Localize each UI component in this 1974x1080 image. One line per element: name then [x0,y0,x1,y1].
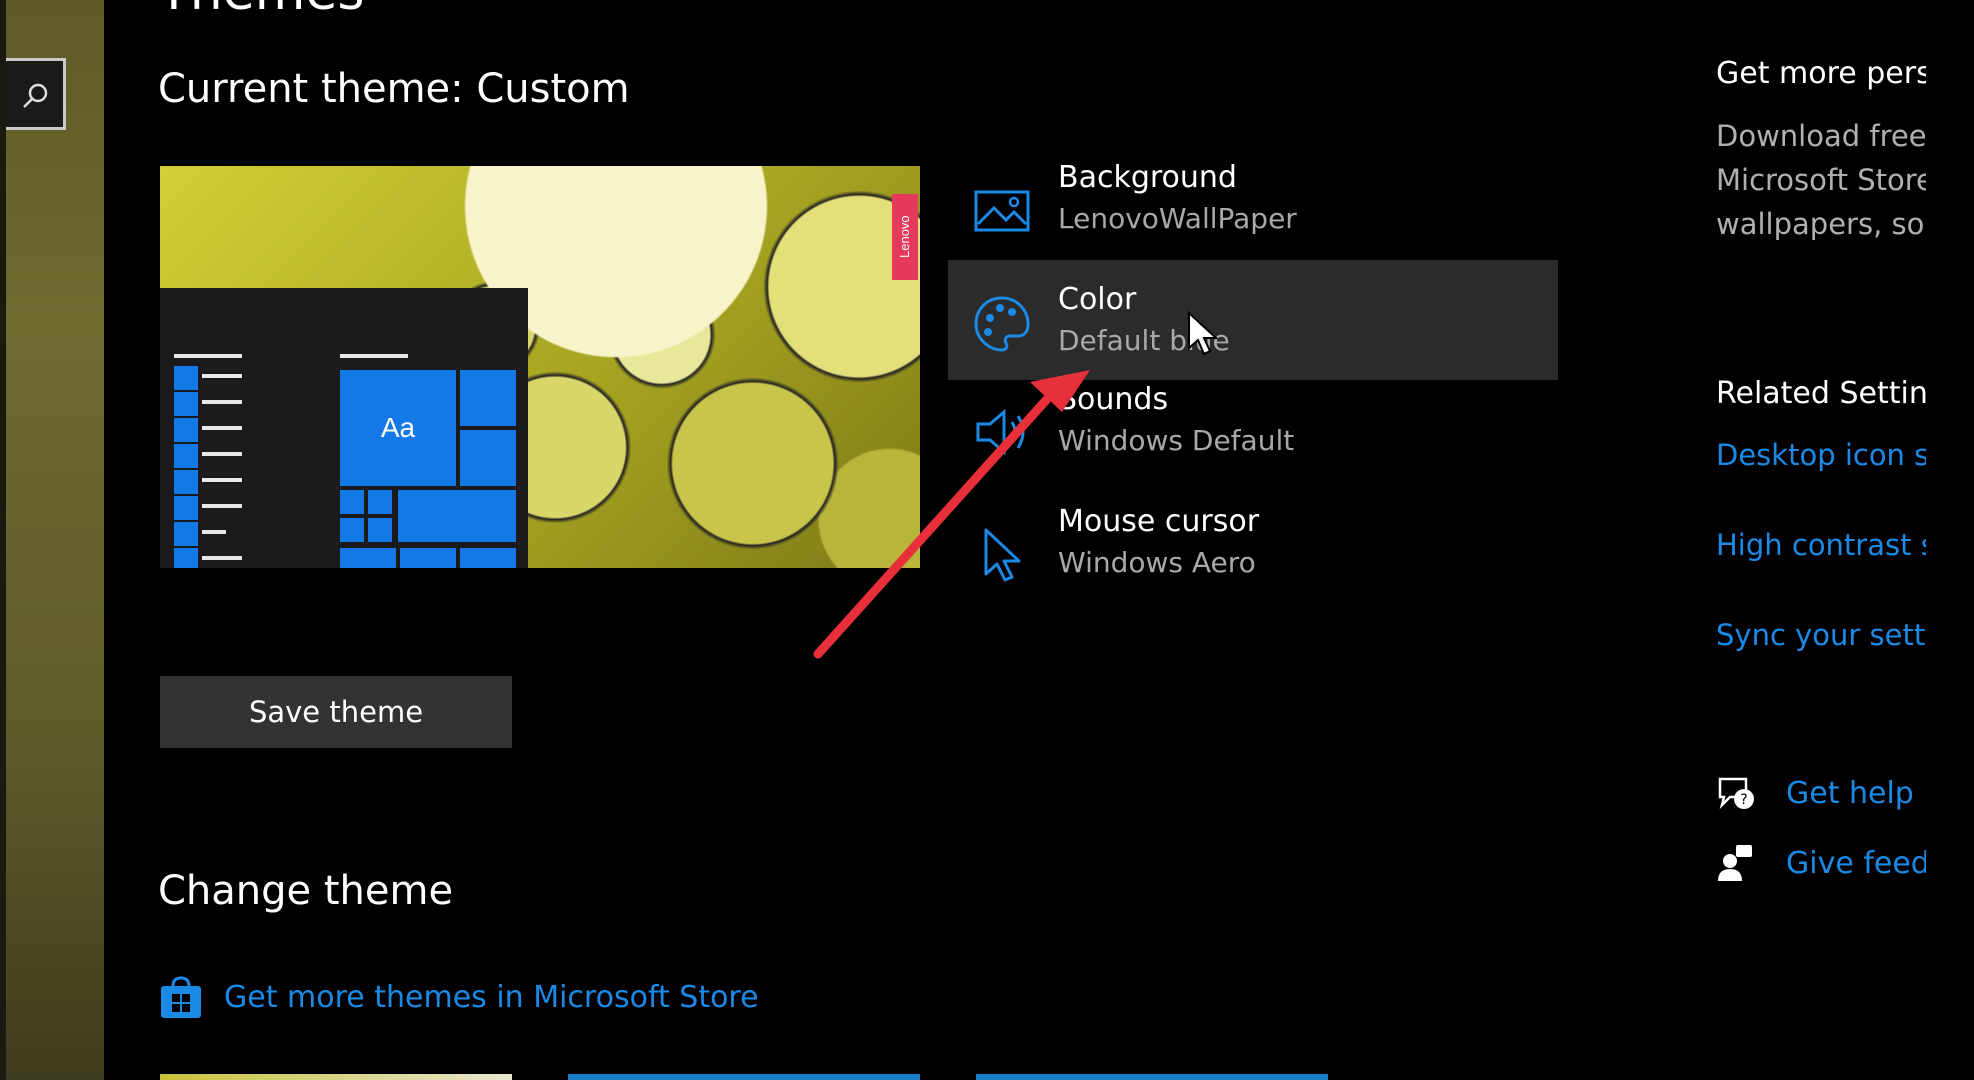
left-edge [0,0,6,1080]
preview-tile [460,548,516,568]
color-option[interactable]: Color Default blue [948,260,1558,380]
preview-window: Aa [160,288,528,568]
theme-thumbnail[interactable] [568,1074,920,1080]
preview-tile [340,518,364,542]
theme-preview: Lenovo Aa [160,166,920,568]
picture-icon [974,190,1030,232]
preview-tile [460,430,516,486]
palette-icon [974,296,1030,352]
give-feedback-link[interactable]: Give feed [1716,840,1926,886]
mouse-cursor-option[interactable]: Mouse cursor Windows Aero [948,504,1558,624]
help-chat-icon: ? [1718,777,1754,810]
side-panel: Get more perso Download free Microsoft S… [1716,0,1926,1080]
related-settings-heading: Related Setting [1716,376,1926,411]
get-more-line: Microsoft Store [1716,163,1926,197]
preview-tiles: Aa [340,370,516,568]
search-button[interactable] [6,58,66,130]
color-title: Color [1058,282,1137,317]
preview-tile [398,490,516,542]
search-icon [23,83,48,108]
svg-text:?: ? [1740,792,1747,808]
get-help-label: Get help [1786,775,1914,811]
preview-tile [340,548,396,568]
preview-tile [400,548,456,568]
preview-tile [368,518,392,542]
preview-tile [460,370,516,426]
preview-line [340,354,408,358]
sync-settings-link[interactable]: Sync your setti [1716,618,1926,652]
mouse-pointer [1188,310,1219,356]
mouse-cursor-value: Windows Aero [1058,546,1256,579]
get-more-themes-text: Get more themes in Microsoft Store [224,979,759,1015]
preview-tile [368,490,392,514]
mouse-cursor-title: Mouse cursor [1058,504,1260,539]
desktop-background-strip [0,0,104,1080]
get-more-line: Download free [1716,119,1926,153]
desktop-icon-settings-link[interactable]: Desktop icon s [1716,438,1926,472]
preview-line [174,354,242,358]
background-title: Background [1058,160,1237,195]
sounds-option[interactable]: Sounds Windows Default [948,382,1558,502]
get-help-link[interactable]: ? Get help [1716,770,1914,816]
background-value: LenovoWallPaper [1058,202,1297,235]
theme-thumbnail[interactable] [160,1074,512,1080]
sounds-value: Windows Default [1058,424,1295,457]
give-feedback-label: Give feed [1786,845,1926,881]
theme-thumbnail[interactable] [976,1074,1328,1080]
preview-tile-aa: Aa [340,370,456,486]
save-theme-button[interactable]: Save theme [160,676,512,748]
store-icon [161,976,201,1018]
sounds-title: Sounds [1058,382,1169,417]
preview-tile [340,490,364,514]
lenovo-tag: Lenovo [892,194,918,280]
page-title: Themes [158,0,364,22]
speaker-icon [976,408,1025,456]
cursor-icon [984,528,1021,582]
get-more-line: wallpapers, sou [1716,207,1926,241]
get-more-heading: Get more perso [1716,56,1926,91]
high-contrast-settings-link[interactable]: High contrast s [1716,528,1926,562]
get-more-themes-link[interactable]: Get more themes in Microsoft Store [158,972,759,1022]
feedback-person-icon [1718,845,1752,881]
current-theme-heading: Current theme: Custom [158,66,630,112]
change-theme-heading: Change theme [158,868,454,914]
